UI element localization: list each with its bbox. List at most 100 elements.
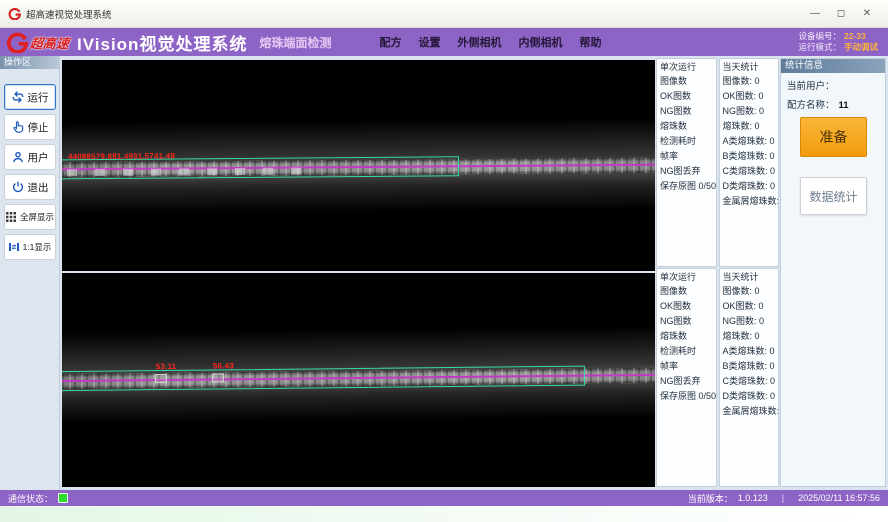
stats-row: 保存原图 0/500 <box>660 389 713 404</box>
recipe-name-value: 11 <box>839 100 849 111</box>
stats-row: 图像数 <box>660 284 713 299</box>
menu-item-help[interactable]: 帮助 <box>579 34 601 50</box>
stats-row: B类熔珠数: 0 <box>723 359 776 374</box>
sidebar-button-one-to-one[interactable]: 1:1显示 <box>4 234 56 260</box>
stats-row: C类熔珠数: 0 <box>723 374 776 389</box>
stats-group: 单次运行图像数OK图数NG图数熔珠数检测耗时帧率NG图丢弃保存原图 0/500 <box>656 58 717 267</box>
sidebar-button-label: 全屏显示 <box>20 211 54 223</box>
stats-row: OK图数 <box>660 89 713 104</box>
stats-row: NG图丢弃 <box>660 164 713 179</box>
camera-view-outer[interactable]: 44088579.881.49 31.5741.49 <box>62 60 655 271</box>
stats-row: 保存原图 0/500 <box>660 179 713 194</box>
sidebar-button-label: 用户 <box>28 150 49 165</box>
stats-row: 熔珠数: 0 <box>723 329 776 344</box>
brand-logo-icon <box>6 31 28 53</box>
sidebar-button-user[interactable]: 用户 <box>4 144 56 170</box>
measurement-annotation: 44088579.881.49 <box>68 152 133 162</box>
window-title: 超高速视觉处理系统 <box>26 7 112 21</box>
stats-row: C类熔珠数: 0 <box>723 164 776 179</box>
stats-panel-outer: 单次运行图像数OK图数NG图数熔珠数检测耗时帧率NG图丢弃保存原图 0/500当… <box>656 58 779 267</box>
defect-marker <box>212 373 224 382</box>
device-number-label: 设备编号： <box>798 31 841 41</box>
run-mode-label: 运行模式： <box>798 42 841 52</box>
status-bar: 通信状态： 当前版本： 1.0.123 | 2025/02/11 16:57:5… <box>0 490 888 506</box>
stats-group: 当天统计图像数: 0OK图数: 0NG图数: 0熔珠数: 0A类熔珠数: 0B类… <box>719 268 780 487</box>
version-label: 当前版本： <box>688 492 733 505</box>
stats-row: 图像数: 0 <box>723 74 776 89</box>
stats-group: 单次运行图像数OK图数NG图数熔珠数检测耗时帧率NG图丢弃保存原图 0/500 <box>656 268 717 487</box>
sidebar-button-label: 停止 <box>28 120 49 135</box>
sidebar-button-label: 退出 <box>28 180 49 195</box>
stats-row: OK图数: 0 <box>723 89 776 104</box>
menu-item-inner-camera[interactable]: 内侧相机 <box>518 34 562 50</box>
menu-item-recipe[interactable]: 配方 <box>379 34 401 50</box>
menu-bar: 配方 设置 外侧相机 内侧相机 帮助 <box>379 34 601 50</box>
run-mode-value: 手动调试 <box>844 42 878 52</box>
app-logo-icon <box>8 7 21 20</box>
stats-row: NG图丢弃 <box>660 374 713 389</box>
sidebar-buttons: 运行停止用户退出全屏显示 1:1显示 <box>0 69 59 260</box>
stats-row: A类熔珠数: 0 <box>723 134 776 149</box>
camera-view-inner[interactable]: 53.11 56.43 <box>62 273 655 487</box>
stats-row: A类熔珠数: 0 <box>723 344 776 359</box>
main-area: 操作区 运行停止用户退出全屏显示1:1显示 44088579.881.49 31… <box>0 56 888 490</box>
sidebar-button-stop[interactable]: 停止 <box>4 114 56 140</box>
sidebar-button-exit[interactable]: 退出 <box>4 174 56 200</box>
stats-group: 当天统计图像数: 0OK图数: 0NG图数: 0熔珠数: 0A类熔珠数: 0B类… <box>719 58 780 267</box>
version-info: 当前版本： 1.0.123 | 2025/02/11 16:57:56 <box>688 492 880 505</box>
stats-row: OK图数 <box>660 299 713 314</box>
run-icon <box>11 90 25 104</box>
exit-icon <box>11 180 25 194</box>
data-statistics-button[interactable]: 数据统计 <box>800 177 867 215</box>
stop-icon <box>11 120 25 134</box>
menu-item-settings[interactable]: 设置 <box>418 34 440 50</box>
comm-status-label: 通信状态： <box>8 492 53 505</box>
stats-row: 图像数: 0 <box>723 284 776 299</box>
stats-row: 检测耗时 <box>660 344 713 359</box>
maximize-button[interactable]: ◻ <box>828 5 854 23</box>
close-button[interactable]: ✕ <box>854 5 880 23</box>
comm-status-indicator <box>58 493 68 503</box>
stats-row: D类熔珠数: 0 <box>723 179 776 194</box>
info-panel-title: 统计信息 <box>781 59 885 73</box>
app-window: 超高速视觉处理系统 — ◻ ✕ 超高速 IVision视觉处理系统 熔珠端面检测… <box>0 0 888 522</box>
current-user-label: 当前用户： <box>787 81 835 92</box>
stats-row: NG图数: 0 <box>723 104 776 119</box>
version-value: 1.0.123 <box>738 493 768 503</box>
recipe-name-label: 配方名称： <box>787 100 835 111</box>
app-header: 超高速 IVision视觉处理系统 熔珠端面检测 配方设置外侧相机内侧相机帮助 … <box>0 28 888 56</box>
stats-row: NG图数: 0 <box>723 314 776 329</box>
stats-row: 熔珠数: 0 <box>723 119 776 134</box>
inspection-mode-subtitle: 熔珠端面检测 <box>259 34 331 51</box>
menu-item-outer-camera[interactable]: 外侧相机 <box>457 34 501 50</box>
minimize-button[interactable]: — <box>802 5 828 23</box>
info-panel: 统计信息 当前用户： 配方名称： 11 准备 数据统计 <box>780 58 886 487</box>
stats-panel-inner: 单次运行图像数OK图数NG图数熔珠数检测耗时帧率NG图丢弃保存原图 0/500当… <box>656 268 779 487</box>
sidebar-button-fullscreen[interactable]: 全屏显示 <box>4 204 56 230</box>
stats-row: 图像数 <box>660 74 713 89</box>
page-title: IVision视觉处理系统 <box>77 30 247 55</box>
stats-row: NG图数 <box>660 104 713 119</box>
prepare-button[interactable]: 准备 <box>800 117 867 157</box>
device-number-value: 22-33 <box>844 31 866 41</box>
sidebar-button-label: 运行 <box>28 90 49 105</box>
defect-marker <box>155 374 167 383</box>
stats-row: NG图数 <box>660 314 713 329</box>
stats-row: OK图数: 0 <box>723 299 776 314</box>
desktop-strip <box>0 506 888 522</box>
weld-scene: 53.11 56.43 <box>62 273 655 487</box>
stats-group-title: 单次运行 <box>660 271 713 284</box>
stats-row: D类熔珠数: 0 <box>723 389 776 404</box>
sidebar-button-run[interactable]: 运行 <box>4 84 56 110</box>
separator: | <box>782 493 784 503</box>
window-controls: — ◻ ✕ <box>802 5 880 23</box>
titlebar: 超高速视觉处理系统 — ◻ ✕ <box>0 0 888 28</box>
brand-name: 超高速 <box>29 33 71 52</box>
weld-scene: 44088579.881.49 31.5741.49 <box>62 60 655 271</box>
stats-group-title: 当天统计 <box>723 61 776 74</box>
stats-row: 帧率 <box>660 149 713 164</box>
sidebar-button-label: 1:1显示 <box>23 241 52 253</box>
datetime: 2025/02/11 16:57:56 <box>798 493 880 503</box>
one-to-one-icon <box>8 241 20 253</box>
stats-row: 金属屑熔珠数: 0 <box>723 194 776 209</box>
